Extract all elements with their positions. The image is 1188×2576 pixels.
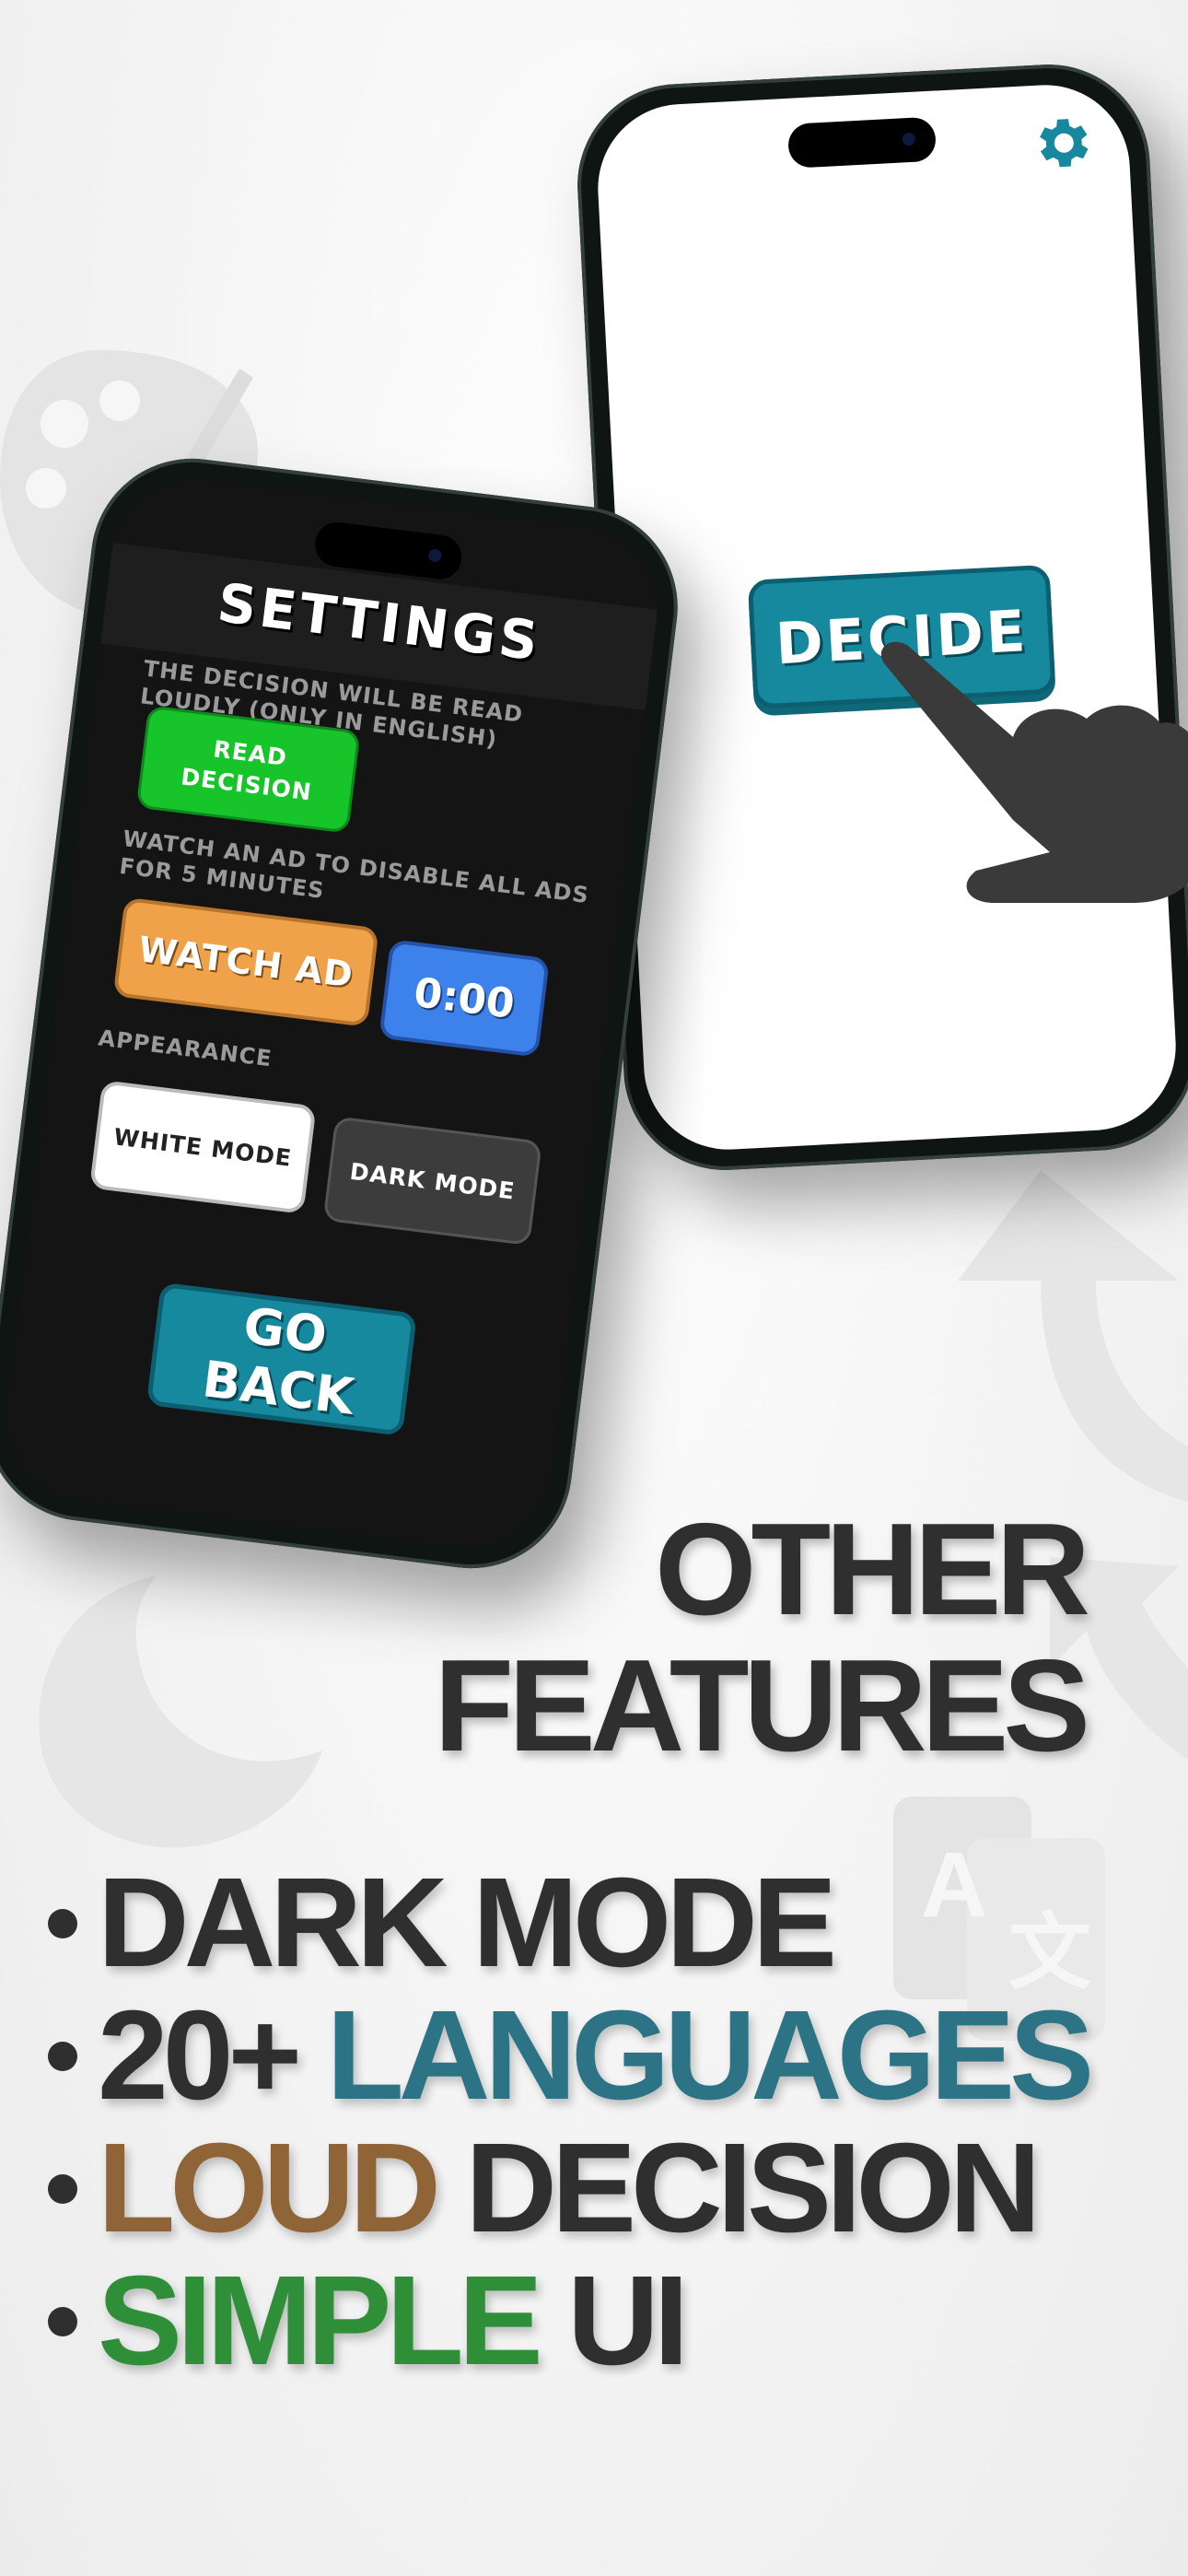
settings-phone-mockup: SETTINGS THE DECISION WILL BE READ LOUDL… — [0, 447, 690, 1580]
watch-ad-button[interactable]: WATCH AD — [112, 896, 379, 1027]
feature-item-simple-ui: SIMPLE UI — [48, 2254, 1089, 2387]
feature-highlight: SIMPLE — [98, 2250, 543, 2392]
feature-text: DECISION — [435, 2117, 1041, 2259]
dark-mode-button[interactable]: DARK MODE — [322, 1116, 542, 1247]
headline-line-2: FEATURES — [434, 1633, 1090, 1779]
feature-item-dark-mode: DARK MODE — [48, 1856, 1089, 1989]
feature-highlight: LANGUAGES — [326, 1985, 1094, 2126]
decide-screen: DECIDE — [593, 80, 1181, 1154]
bullet-icon — [48, 2306, 77, 2336]
headline-line-1: OTHER — [655, 1496, 1090, 1643]
feature-list: DARK MODE 20+ LANGUAGES LOUD DECISION SI… — [48, 1856, 1094, 2387]
feature-item-loud-decision: LOUD DECISION — [48, 2122, 1089, 2254]
feature-text: 20+ — [98, 1985, 327, 2126]
bullet-icon — [48, 2173, 77, 2204]
dynamic-island — [786, 116, 938, 169]
feature-text: UI — [537, 2250, 689, 2392]
pointing-hand-icon — [880, 641, 1188, 903]
gear-icon[interactable] — [1029, 108, 1099, 178]
ad-timer: 0:00 — [379, 939, 551, 1058]
bullet-icon — [48, 1908, 77, 1938]
feature-text: DARK MODE — [98, 1852, 837, 1994]
feature-item-languages: 20+ LANGUAGES — [48, 1989, 1094, 2122]
feature-highlight: LOUD — [98, 2117, 441, 2259]
moon-icon — [39, 1575, 322, 1848]
settings-screen: SETTINGS THE DECISION WILL BE READ LOUDL… — [0, 469, 667, 1558]
white-mode-button[interactable]: WHITE MODE — [88, 1080, 317, 1214]
bullet-icon — [48, 2041, 77, 2071]
go-back-button[interactable]: GO BACK — [146, 1282, 417, 1436]
